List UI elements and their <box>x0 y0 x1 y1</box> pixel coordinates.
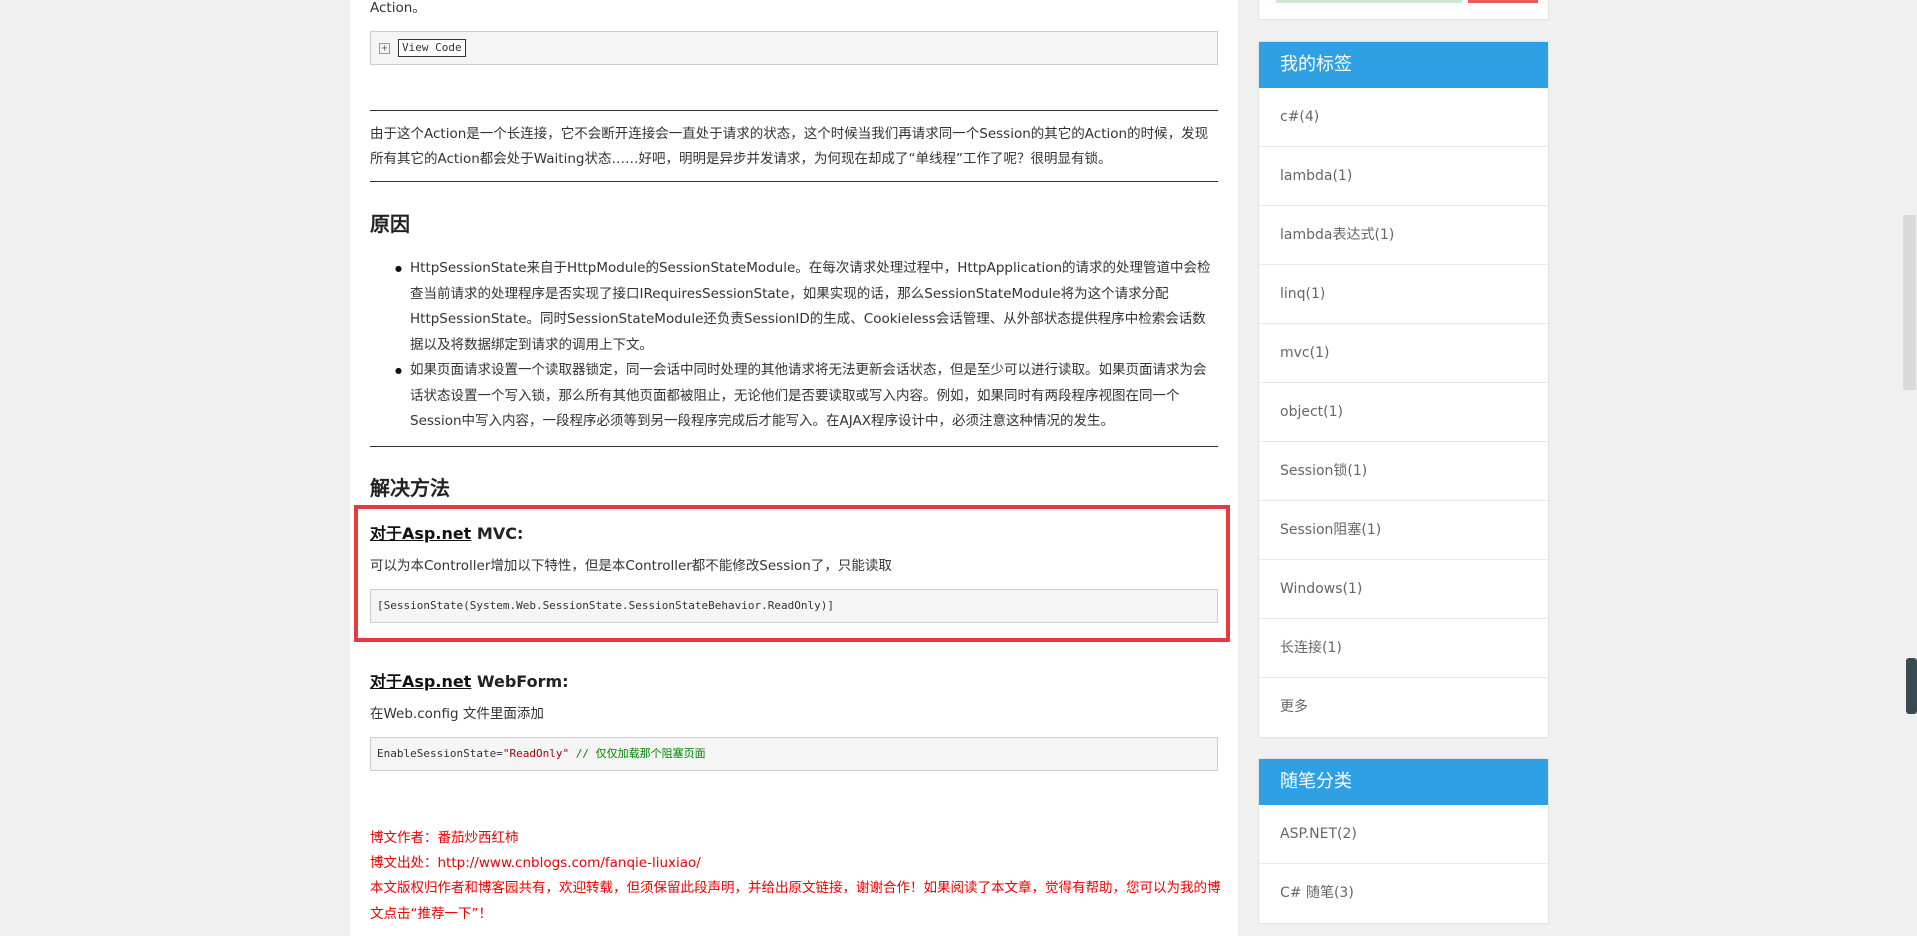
sidebar: 我的标签 c#(4) lambda(1) lambda表达式(1) linq(1… <box>1258 0 1549 936</box>
footer-author: 博文作者：番茄炒西红柿 <box>370 830 519 846</box>
red-button[interactable] <box>1468 0 1538 3</box>
category-item[interactable]: C# 随笔(3) <box>1259 864 1548 923</box>
heading-solution: 解决方法 <box>370 476 450 500</box>
green-button[interactable] <box>1276 0 1462 3</box>
tag-item[interactable]: object(1) <box>1259 383 1548 442</box>
divider <box>370 181 1218 182</box>
page-scrollbar-thumb[interactable] <box>1903 215 1916 390</box>
sidebar-top-widget <box>1258 0 1549 20</box>
floating-edge-widget[interactable] <box>1906 658 1917 714</box>
asp-net-link[interactable]: 对于Asp.net <box>370 672 471 691</box>
expand-icon[interactable]: + <box>379 42 390 54</box>
reason-list: HttpSessionState来自于HttpModule的SessionSta… <box>370 256 1218 435</box>
tag-item[interactable]: 长连接(1) <box>1259 619 1548 678</box>
tags-widget: 我的标签 c#(4) lambda(1) lambda表达式(1) linq(1… <box>1258 41 1549 738</box>
article-body: Action。 + View Code 由于这个Action是一个长连接，它不会断… <box>350 0 1238 936</box>
list-item: HttpSessionState来自于HttpModule的SessionSta… <box>370 256 1218 358</box>
webform-code-block: EnableSessionState="ReadOnly" // 仅仅加载那个阻… <box>370 737 1218 771</box>
categories-widget: 随笔分类 ASP.NET(2) C# 随笔(3) <box>1258 758 1549 924</box>
category-item[interactable]: ASP.NET(2) <box>1259 805 1548 864</box>
heading-reason: 原因 <box>370 212 410 236</box>
mvc-code-block: [SessionState(System.Web.SessionState.Se… <box>370 589 1218 623</box>
tag-item[interactable]: c#(4) <box>1259 88 1548 147</box>
intro-fragment: Action。 <box>370 0 426 16</box>
collapsed-code-block[interactable]: + View Code <box>370 31 1218 65</box>
tag-item[interactable]: Windows(1) <box>1259 560 1548 619</box>
tags-more-link[interactable]: 更多 <box>1259 678 1548 737</box>
tags-title: 我的标签 <box>1259 42 1548 88</box>
webform-description: 在Web.config 文件里面添加 <box>370 706 544 722</box>
mvc-description: 可以为本Controller增加以下特性，但是本Controller都不能修改S… <box>370 558 892 574</box>
webform-heading: 对于Asp.net WebForm: <box>370 672 569 691</box>
view-code-button[interactable]: View Code <box>398 39 466 57</box>
tag-item[interactable]: lambda表达式(1) <box>1259 206 1548 265</box>
divider <box>370 446 1218 447</box>
list-item: 如果页面请求设置一个读取器锁定，同一会话中同时处理的其他请求将无法更新会话状态，… <box>370 358 1218 435</box>
footer-source-link[interactable]: 博文出处：http://www.cnblogs.com/fanqie-liuxi… <box>370 851 1230 877</box>
tag-item[interactable]: Session阻塞(1) <box>1259 501 1548 560</box>
mvc-heading: 对于Asp.net MVC: <box>370 524 524 543</box>
footer-copyright: 本文版权归作者和博客园共有，欢迎转载，但须保留此段声明，并给出原文链接，谢谢合作… <box>370 880 1221 922</box>
tag-item[interactable]: linq(1) <box>1259 265 1548 324</box>
asp-net-link[interactable]: 对于Asp.net <box>370 524 471 543</box>
tag-item[interactable]: mvc(1) <box>1259 324 1548 383</box>
divider <box>370 110 1218 111</box>
tag-item[interactable]: Session锁(1) <box>1259 442 1548 501</box>
tag-item[interactable]: lambda(1) <box>1259 147 1548 206</box>
paragraph-lock-description: 由于这个Action是一个长连接，它不会断开连接会一直处于请求的状态，这个时候当… <box>370 126 1209 167</box>
categories-title: 随笔分类 <box>1259 759 1548 805</box>
